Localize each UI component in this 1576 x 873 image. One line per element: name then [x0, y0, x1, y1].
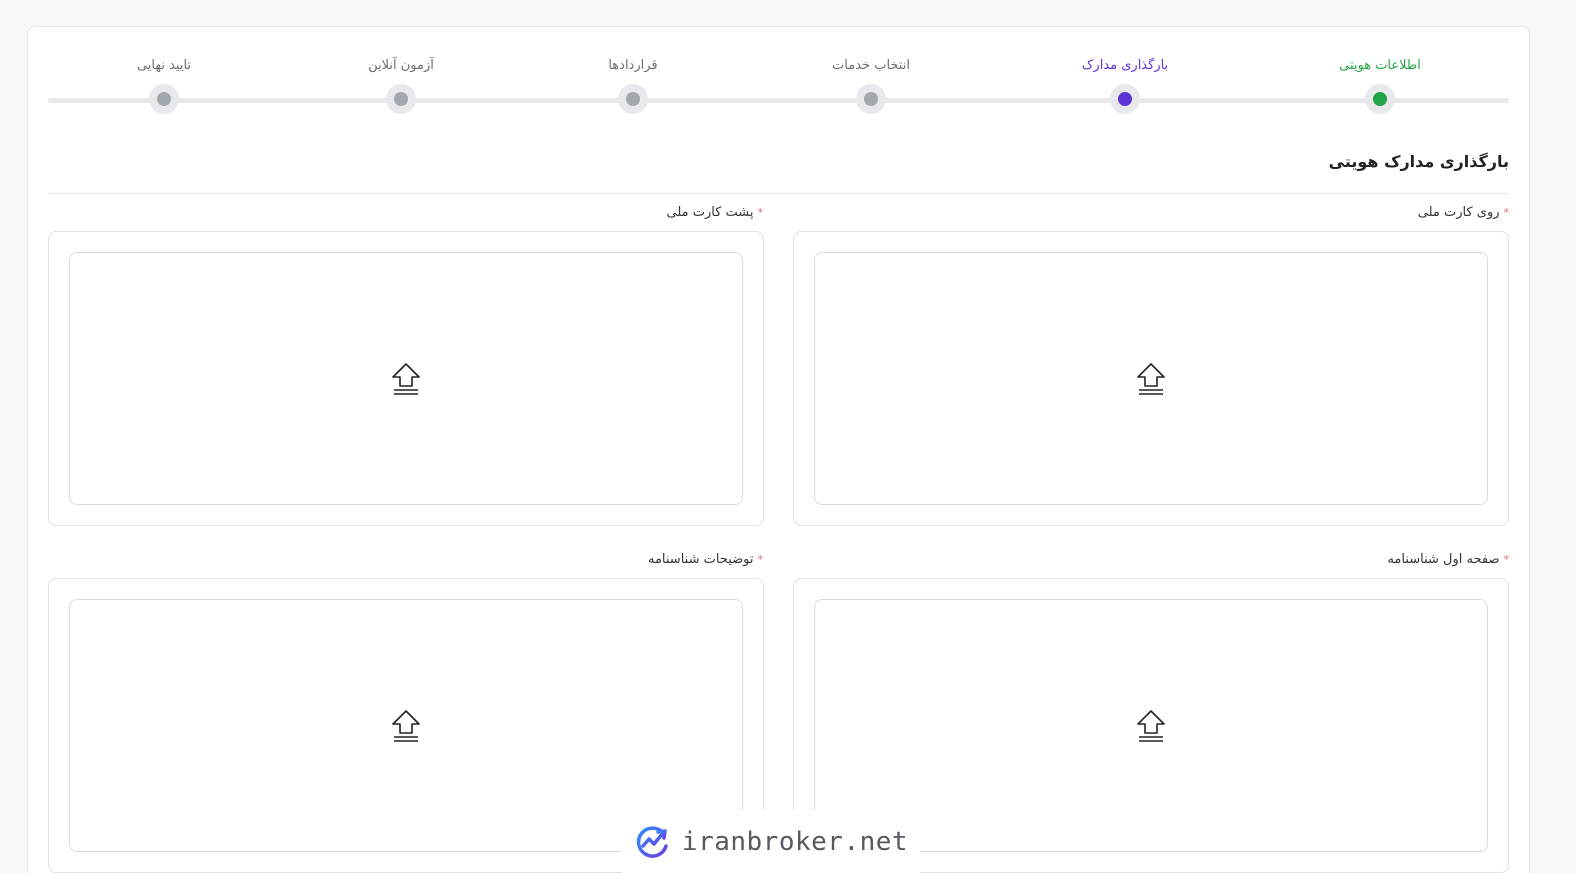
field-label-text: توضیحات شناسنامه — [647, 552, 754, 567]
step-label: تایید نهایی — [136, 58, 192, 73]
section-divider — [48, 193, 1509, 194]
watermark: iranbroker.net — [622, 810, 920, 873]
upload-arrow-icon — [392, 709, 420, 742]
field-label-text: صفحه اول شناسنامه — [1387, 552, 1500, 567]
national-card-back-upload — [48, 231, 764, 526]
step-dot-icon — [626, 92, 640, 106]
step-label: آزمون آنلاین — [368, 58, 434, 73]
national-card-back-dropzone[interactable] — [69, 252, 743, 505]
section-title: بارگذاری مدارک هویتی — [1328, 152, 1509, 171]
national-card-front-upload — [793, 231, 1509, 526]
step-dot-icon — [1118, 92, 1132, 106]
step-dot-icon — [157, 92, 171, 106]
birth-cert-notes-label: *توضیحات شناسنامه — [648, 552, 763, 567]
step-final-approval[interactable]: تایید نهایی — [84, 50, 244, 114]
upload-arrow-icon — [1137, 362, 1165, 395]
step-upload-documents[interactable]: بارگذاری مدارک — [1045, 50, 1205, 114]
step-dot-icon — [1373, 92, 1387, 106]
required-mark: * — [1503, 206, 1510, 219]
step-select-services[interactable]: انتخاب خدمات — [791, 50, 951, 114]
stepper-track — [48, 98, 1509, 103]
birth-cert-first-page-label: *صفحه اول شناسنامه — [1387, 552, 1509, 567]
step-indicator — [618, 84, 648, 114]
step-indicator — [386, 84, 416, 114]
chart-logo-icon — [636, 825, 668, 858]
field-label-text: پشت کارت ملی — [666, 205, 754, 220]
step-label: بارگذاری مدارک — [1081, 58, 1169, 73]
step-indicator — [1110, 84, 1140, 114]
progress-stepper: اطلاعات هویتی بارگذاری مدارک انتخاب خدما… — [48, 50, 1509, 120]
national-card-back-label: *پشت کارت ملی — [666, 205, 763, 220]
step-dot-icon — [394, 92, 408, 106]
field-label-text: روی کارت ملی — [1417, 205, 1500, 220]
step-label: قراردادها — [608, 58, 658, 73]
required-mark: * — [1503, 553, 1510, 566]
step-indicator — [856, 84, 886, 114]
watermark-text: iranbroker.net — [681, 826, 909, 857]
step-label: انتخاب خدمات — [832, 58, 910, 73]
national-card-front-label: *روی کارت ملی — [1418, 205, 1509, 220]
step-identity-info[interactable]: اطلاعات هویتی — [1300, 50, 1460, 114]
upload-arrow-icon — [392, 362, 420, 395]
step-contracts[interactable]: قراردادها — [553, 50, 713, 114]
step-dot-icon — [864, 92, 878, 106]
step-indicator — [1365, 84, 1395, 114]
step-label: اطلاعات هویتی — [1339, 58, 1421, 73]
step-indicator — [149, 84, 179, 114]
national-card-front-dropzone[interactable] — [814, 252, 1488, 505]
upload-arrow-icon — [1137, 709, 1165, 742]
required-mark: * — [757, 553, 764, 566]
step-online-exam[interactable]: آزمون آنلاین — [321, 50, 481, 114]
required-mark: * — [757, 206, 764, 219]
